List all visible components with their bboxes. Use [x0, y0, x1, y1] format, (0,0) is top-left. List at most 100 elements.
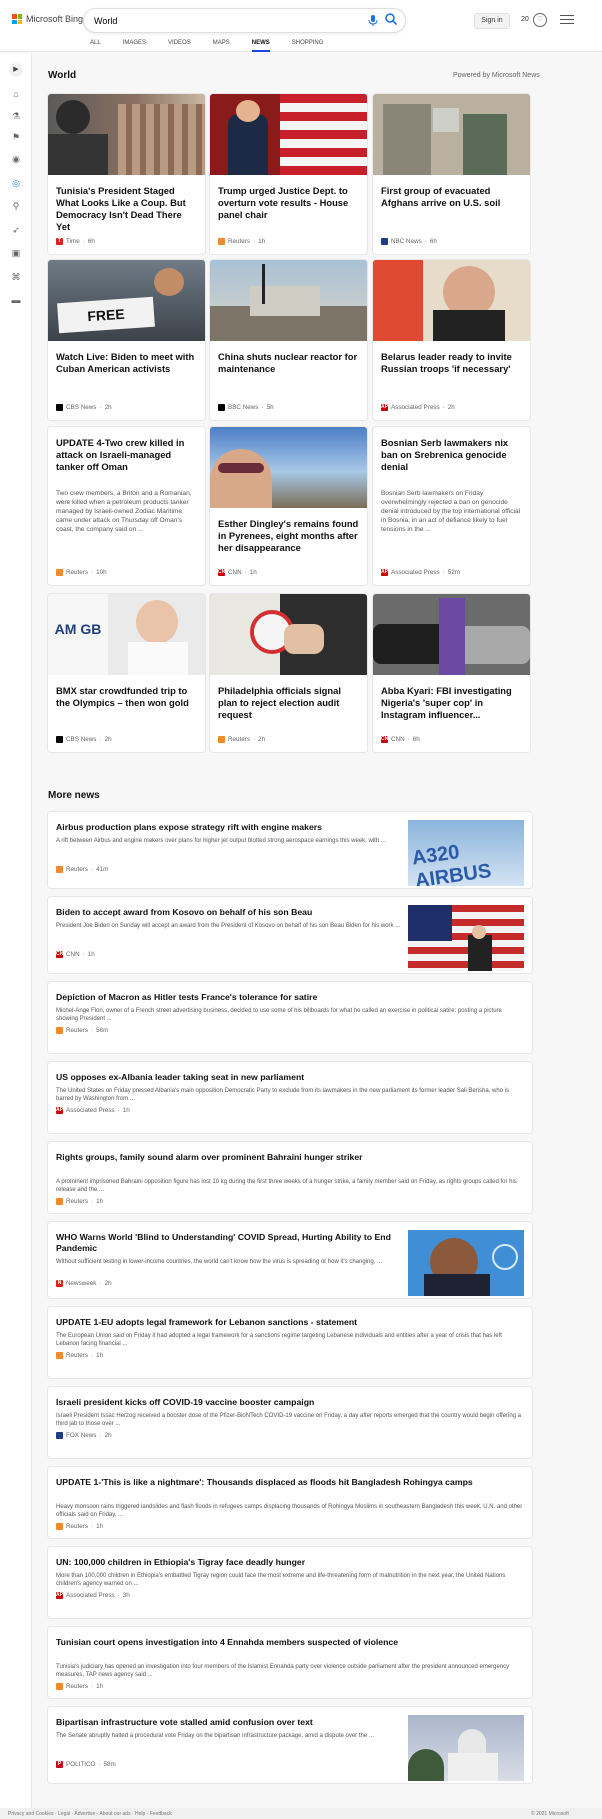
news-card[interactable]: Esther Dingley's remains found in Pyrene… [210, 427, 367, 585]
news-image[interactable] [210, 260, 367, 341]
news-source[interactable]: FOX News · 2h [56, 1432, 112, 1439]
tab-news[interactable]: NEWS [251, 40, 270, 52]
news-headline[interactable]: Trump urged Justice Dept. to overturn vo… [218, 185, 359, 221]
news-headline[interactable]: Bosnian Serb lawmakers nix ban on Srebre… [381, 437, 522, 473]
news-headline[interactable]: UPDATE 1-EU adopts legal framework for L… [56, 1317, 524, 1328]
news-source[interactable]: NBC News · 6h [381, 238, 437, 245]
search-icon[interactable] [384, 12, 398, 26]
news-source[interactable]: Reuters · 10h [56, 569, 107, 576]
rewards-points[interactable]: 20 [521, 16, 529, 23]
news-source[interactable]: Reuters · 41m [56, 866, 108, 873]
news-headline[interactable]: Watch Live: Biden to meet with Cuban Ame… [56, 351, 197, 375]
news-source[interactable]: N Newsweek · 2h [56, 1280, 112, 1287]
more-news-item[interactable]: Bipartisan infrastructure vote stalled a… [48, 1707, 532, 1783]
news-source[interactable]: CBS News · 2h [56, 736, 112, 743]
news-headline[interactable]: US opposes ex-Albania leader taking seat… [56, 1072, 524, 1083]
news-source[interactable]: Reuters · 1h [56, 1352, 103, 1359]
news-image[interactable] [210, 94, 367, 175]
tab-videos[interactable]: VIDEOS [168, 40, 191, 52]
home-icon[interactable]: ⌂ [10, 88, 22, 100]
news-headline[interactable]: China shuts nuclear reactor for maintena… [218, 351, 359, 375]
news-source[interactable]: BBC News · 5h [218, 404, 274, 411]
flag-icon[interactable]: ⚑ [10, 131, 22, 143]
news-card[interactable]: Abba Kyari: FBI investigating Nigeria's … [373, 594, 530, 752]
news-source[interactable]: Reuters · 1h [56, 1523, 103, 1530]
news-thumbnail[interactable] [408, 905, 524, 971]
more-news-item[interactable]: Biden to accept award from Kosovo on beh… [48, 897, 532, 973]
news-source[interactable]: AP Associated Press · 52m [381, 569, 460, 576]
news-headline[interactable]: Abba Kyari: FBI investigating Nigeria's … [381, 685, 522, 721]
news-source[interactable]: Reuters · 1h [56, 1198, 103, 1205]
search-input[interactable] [94, 13, 344, 28]
news-source[interactable]: AP Associated Press · 3h [56, 1592, 130, 1599]
powered-by-label[interactable]: Powered by Microsoft News [453, 72, 540, 79]
tab-images[interactable]: IMAGES [123, 40, 146, 52]
science-icon[interactable]: ⚗ [10, 110, 22, 122]
more-news-item[interactable]: Rights groups, family sound alarm over p… [48, 1142, 532, 1213]
search-box[interactable] [84, 9, 405, 32]
news-headline[interactable]: First group of evacuated Afghans arrive … [381, 185, 522, 209]
more-news-item[interactable]: Israeli president kicks off COVID-19 vac… [48, 1387, 532, 1458]
news-source[interactable]: P POLITICO · 58m [56, 1761, 116, 1768]
news-headline[interactable]: Biden to accept award from Kosovo on beh… [56, 907, 403, 918]
credit-card-icon[interactable]: ▬ [10, 294, 22, 306]
news-image[interactable] [210, 427, 367, 508]
news-source[interactable]: CNN CNN · 6h [381, 736, 420, 743]
tab-maps[interactable]: MAPS [213, 40, 230, 52]
news-image[interactable] [373, 94, 530, 175]
news-image[interactable] [373, 260, 530, 341]
news-source[interactable]: Reuters · 1h [56, 1683, 103, 1690]
news-card[interactable]: Belarus leader ready to invite Russian t… [373, 260, 530, 420]
news-headline[interactable]: UPDATE 4-Two crew killed in attack on Is… [56, 437, 197, 473]
more-news-item[interactable]: US opposes ex-Albania leader taking seat… [48, 1062, 532, 1133]
tab-shopping[interactable]: SHOPPING [292, 40, 324, 52]
news-source[interactable]: CBS News · 2h [56, 404, 112, 411]
news-image[interactable]: AM GB [48, 594, 205, 675]
sign-in-button[interactable]: Sign in [474, 13, 510, 29]
microscope-icon[interactable]: ⚲ [10, 200, 22, 212]
news-source[interactable]: AP Associated Press · 1h [56, 1107, 130, 1114]
news-source[interactable]: CNN CNN · 1h [218, 569, 257, 576]
more-news-item[interactable]: UPDATE 1-'This is like a nightmare': Tho… [48, 1467, 532, 1538]
news-source[interactable]: AP Associated Press · 2h [381, 404, 455, 411]
news-headline[interactable]: BMX star crowdfunded trip to the Olympic… [56, 685, 197, 709]
tv-icon[interactable]: ▣ [10, 247, 22, 259]
news-headline[interactable]: Depiction of Macron as Hitler tests Fran… [56, 992, 524, 1003]
news-image[interactable]: FREE [48, 260, 205, 341]
news-thumbnail[interactable] [408, 1715, 524, 1781]
location-pin-icon[interactable]: ◉ [10, 153, 22, 165]
news-headline[interactable]: WHO Warns World 'Blind to Understanding'… [56, 1232, 403, 1254]
news-card[interactable]: Bosnian Serb lawmakers nix ban on Srebre… [373, 427, 530, 585]
news-image[interactable] [210, 594, 367, 675]
more-news-item[interactable]: Tunisian court opens investigation into … [48, 1627, 532, 1698]
news-headline[interactable]: Bipartisan infrastructure vote stalled a… [56, 1717, 403, 1728]
news-source[interactable]: Reuters · 56m [56, 1027, 108, 1034]
collapse-arrow-icon[interactable]: ▶ [9, 63, 23, 77]
more-news-item[interactable]: UPDATE 1-EU adopts legal framework for L… [48, 1307, 532, 1378]
hamburger-menu-icon[interactable] [560, 15, 574, 25]
news-source[interactable]: Reuters · 1h [218, 238, 265, 245]
rewards-medal-icon[interactable]: ♡ [533, 13, 547, 27]
microphone-icon[interactable] [367, 14, 379, 27]
news-headline[interactable]: UPDATE 1-'This is like a nightmare': Tho… [56, 1477, 524, 1488]
globe-icon[interactable]: ◎ [10, 177, 22, 189]
news-headline[interactable]: Rights groups, family sound alarm over p… [56, 1152, 524, 1163]
news-headline[interactable]: Belarus leader ready to invite Russian t… [381, 351, 522, 375]
news-card[interactable]: Trump urged Justice Dept. to overturn vo… [210, 94, 367, 254]
news-headline[interactable]: Israeli president kicks off COVID-19 vac… [56, 1397, 524, 1408]
more-news-item[interactable]: UN: 100,000 children in Ethiopia's Tigra… [48, 1547, 532, 1618]
news-image[interactable] [48, 94, 205, 175]
news-source[interactable]: Reuters · 2h [218, 736, 265, 743]
news-card[interactable]: AM GB BMX star crowdfunded trip to the Ol… [48, 594, 205, 752]
more-news-item[interactable]: WHO Warns World 'Blind to Understanding'… [48, 1222, 532, 1298]
bank-icon[interactable]: ⌘ [10, 271, 22, 283]
news-card[interactable]: Philadelphia officials signal plan to re… [210, 594, 367, 752]
news-headline[interactable]: Philadelphia officials signal plan to re… [218, 685, 359, 721]
rocket-icon[interactable]: ➶ [10, 224, 22, 236]
news-headline[interactable]: UN: 100,000 children in Ethiopia's Tigra… [56, 1557, 524, 1568]
bing-logo[interactable]: Microsoft Bing [12, 14, 83, 24]
news-headline[interactable]: Tunisia's President Staged What Looks Li… [56, 185, 197, 233]
news-card[interactable]: UPDATE 4-Two crew killed in attack on Is… [48, 427, 205, 585]
news-image[interactable] [373, 594, 530, 675]
news-source[interactable]: CNN CNN · 1h [56, 951, 95, 958]
